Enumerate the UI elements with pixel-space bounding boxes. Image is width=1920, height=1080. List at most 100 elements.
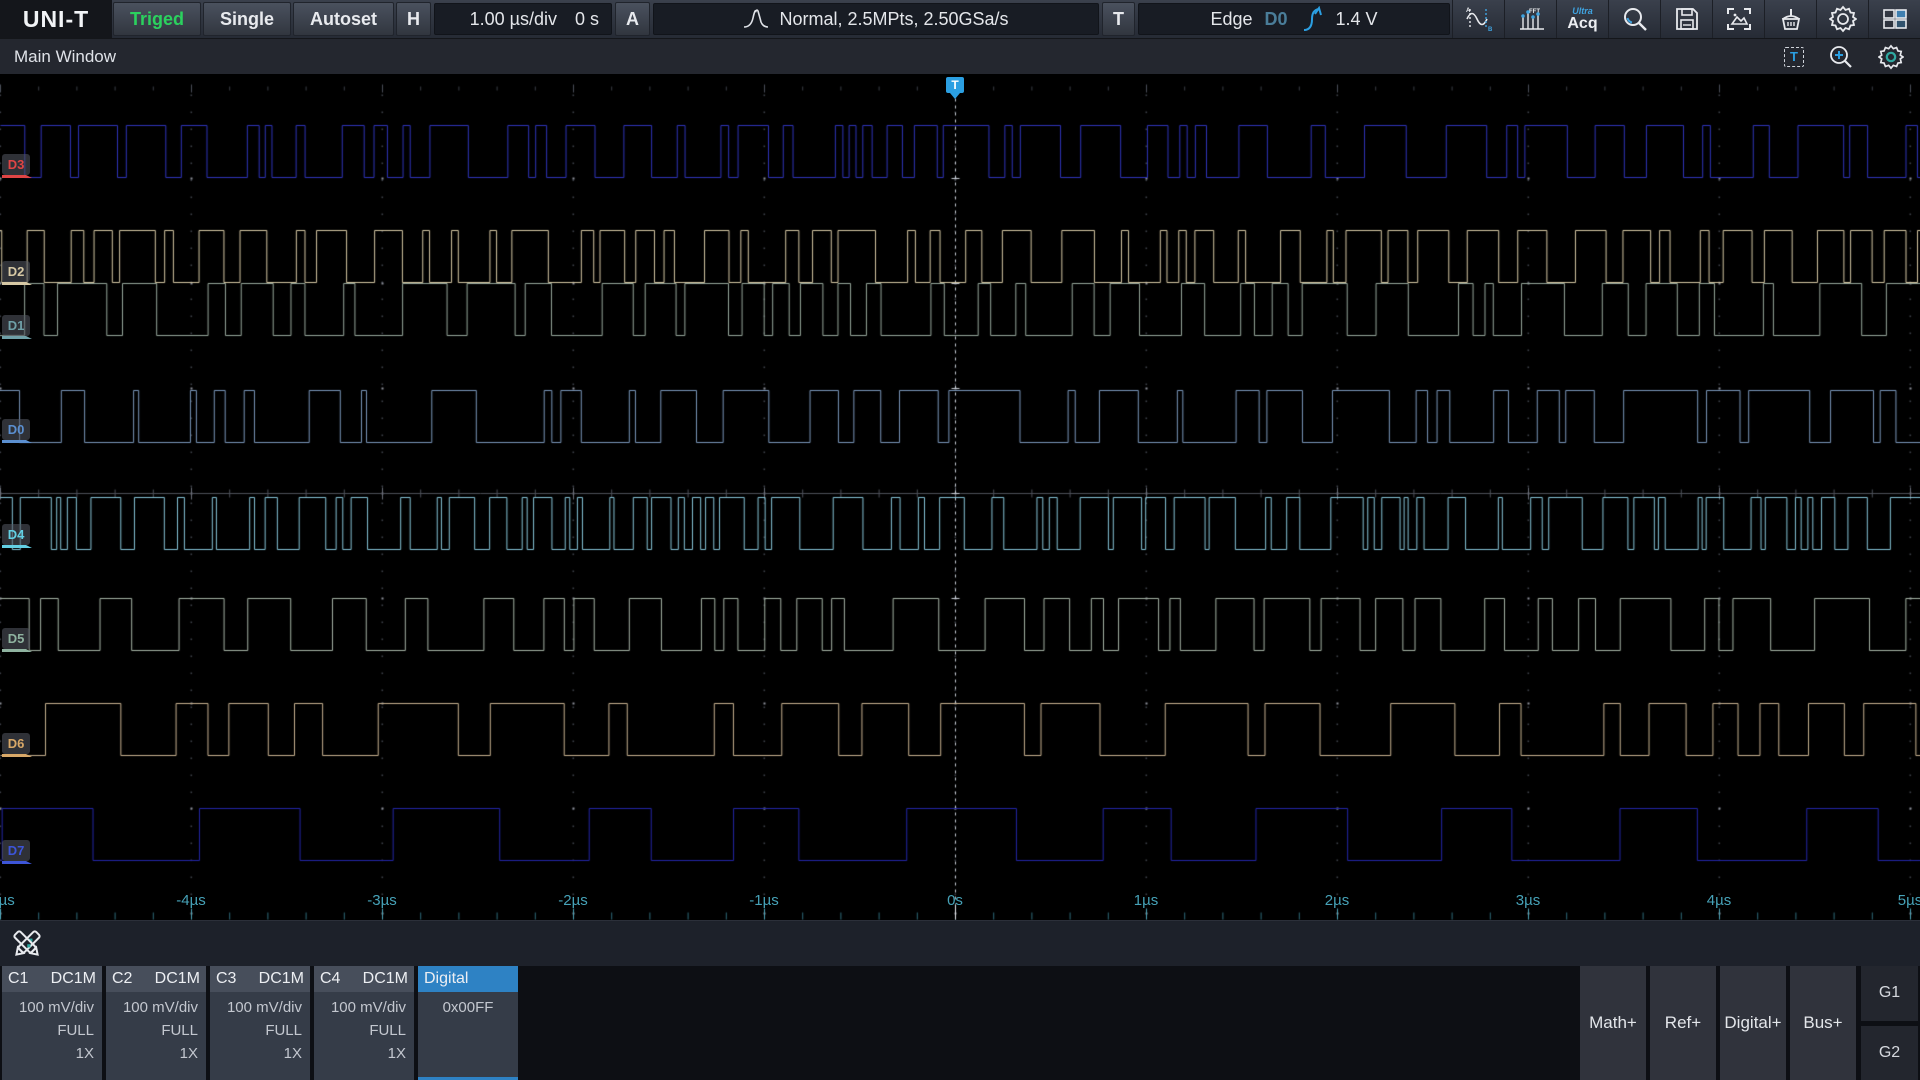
trigger-status-badge[interactable]: Triged [113,2,201,36]
ultra-acq-icon[interactable]: Ultra Acq [1556,0,1608,38]
channel-label-d6[interactable]: D6 [2,733,30,754]
horizontal-label: H [396,2,431,36]
time-axis: -5µs-4µs-3µs-2µs-1µs0s1µs2µs3µs4µs5µs [0,892,1920,912]
card-value: FULL [57,1022,94,1039]
card-value: 100 mV/div [123,999,198,1016]
timebase-value: 1.00 µs/div [470,9,557,30]
window-layout-icon[interactable] [1868,0,1920,38]
card-body: 100 mV/divFULL1X [314,992,414,1080]
channel-label-d4[interactable]: D4 [2,524,30,545]
waveform-display: D3D2D1D0D4D5D6D7 T -5µs-4µs-3µs-2µs-1µs0… [0,74,1920,920]
acquire-info-text: Normal, 2.5MPts, 2.50GSa/s [779,9,1008,30]
time-axis-label: 5µs [1898,892,1920,909]
draw-annotate-icon[interactable] [8,925,46,963]
trigger-source: D0 [1265,9,1288,30]
time-axis-label: -4µs [176,892,205,909]
svg-text:B: B [1488,27,1493,32]
g1-button[interactable]: G1 [1861,966,1918,1021]
time-axis-label: 3µs [1516,892,1541,909]
oscilloscope-screen: UNI-T Triged Single Autoset H 1.00 µs/di… [0,0,1920,1080]
channel-label-text: D0 [8,422,25,437]
channel-card-c3[interactable]: C3DC1M100 mV/divFULL1X [210,966,310,1080]
horizontal-settings[interactable]: 1.00 µs/div 0 s [434,3,612,35]
trigger-position-flag[interactable]: T [946,77,964,93]
channel-label-d1[interactable]: D1 [2,315,30,336]
card-value: 1X [284,1045,302,1062]
card-channel-name: C3 [216,970,236,988]
card-value: 1X [180,1045,198,1062]
channel-label-d7[interactable]: D7 [2,840,30,861]
basket-icon[interactable] [1764,0,1816,38]
horizontal-offset-value: 0 s [575,9,599,30]
time-axis-label: 1µs [1134,892,1159,909]
channel-label-text: D2 [8,264,25,279]
channel-card-c4[interactable]: C4 DC1M 100 mV/divFULL1X [314,966,414,1080]
channel-card-c2[interactable]: C2 DC1M 100 mV/div FULL 1X [106,966,206,1080]
trigger-label: T [1102,2,1135,36]
ref-add-button[interactable]: Ref+ [1650,966,1716,1080]
window-bar-icons: T [1784,44,1920,70]
card-coupling: DC1M [259,970,304,988]
svg-text:A: A [1466,8,1471,14]
acquire-settings[interactable]: Normal, 2.5MPts, 2.50GSa/s [653,3,1099,35]
zoom-in-icon[interactable] [1828,44,1854,70]
card-coupling: DC1M [155,970,200,988]
time-axis-label: -1µs [749,892,778,909]
channel-label-text: D6 [8,736,25,751]
g2-button[interactable]: G2 [1861,1026,1918,1080]
channel-card-digital[interactable]: Digital 0x00FF [418,966,518,1080]
top-toolbar: UNI-T Triged Single Autoset H 1.00 µs/di… [0,0,1920,38]
card-channel-name: C1 [8,970,28,988]
card-header: C4 DC1M [314,966,414,992]
channel-label-d2[interactable]: D2 [2,261,30,282]
card-coupling: DC1M [51,970,96,988]
channel-label-text: D7 [8,843,25,858]
fft-icon[interactable]: FFT [1504,0,1556,38]
trigger-settings[interactable]: Edge D0 1.4 V [1138,3,1450,35]
channel-label-text: D4 [8,527,25,542]
card-channel-name: C2 [112,970,132,988]
card-header: C3 DC1M [210,966,310,992]
time-axis-label: 0s [947,892,963,909]
card-coupling: DC1M [363,970,408,988]
trigger-label-icon[interactable]: T [1784,47,1804,67]
card-value: 100 mV/div [331,999,406,1016]
time-axis-label: -2µs [558,892,587,909]
card-header: C2 DC1M [106,966,206,992]
gear-icon[interactable] [1878,44,1904,70]
card-value: 0x00FF [443,999,494,1016]
settings-icon[interactable] [1816,0,1868,38]
card-value: 100 mV/div [19,999,94,1016]
math-add-button[interactable]: Math+ [1580,966,1646,1080]
channel-label-d0[interactable]: D0 [2,419,30,440]
channel-card-c1[interactable]: C1 DC1M 100 mV/div FULL 1X [2,966,102,1080]
main-window-bar: Main Window T [0,38,1920,74]
card-value: FULL [161,1022,198,1039]
waveform-canvas [0,74,1920,920]
measure-icon[interactable]: A B [1452,0,1504,38]
card-body: 0x00FF [418,992,518,1077]
card-header: C1 DC1M [2,966,102,992]
window-title: Main Window [0,47,116,67]
bus-add-button[interactable]: Bus+ [1790,966,1856,1080]
brand-logo: UNI-T [0,0,112,38]
card-channel-name: C4 [320,970,340,988]
autoset-button[interactable]: Autoset [293,2,394,36]
single-button[interactable]: Single [203,2,291,36]
card-channel-name: Digital [424,970,468,988]
search-icon[interactable] [1608,0,1660,38]
card-value: 1X [76,1045,94,1062]
save-icon[interactable] [1660,0,1712,38]
channel-label-d5[interactable]: D5 [2,628,30,649]
channel-label-d3[interactable]: D3 [2,154,30,175]
group-buttons: G1G2 [1861,966,1918,1080]
channel-label-text: D5 [8,631,25,646]
screenshot-icon[interactable] [1712,0,1764,38]
channel-label-text: D3 [8,157,25,172]
card-body: 100 mV/div FULL 1X [2,992,102,1080]
brand-logo-text: UNI-T [23,6,89,33]
time-axis-label: -3µs [367,892,396,909]
rising-edge-icon [1300,6,1324,32]
bottom-status-bar: C1DC1M100 mV/divFULL1XC2DC1M100 mV/divFU… [0,966,1920,1080]
digital-add-button[interactable]: Digital+ [1720,966,1786,1080]
